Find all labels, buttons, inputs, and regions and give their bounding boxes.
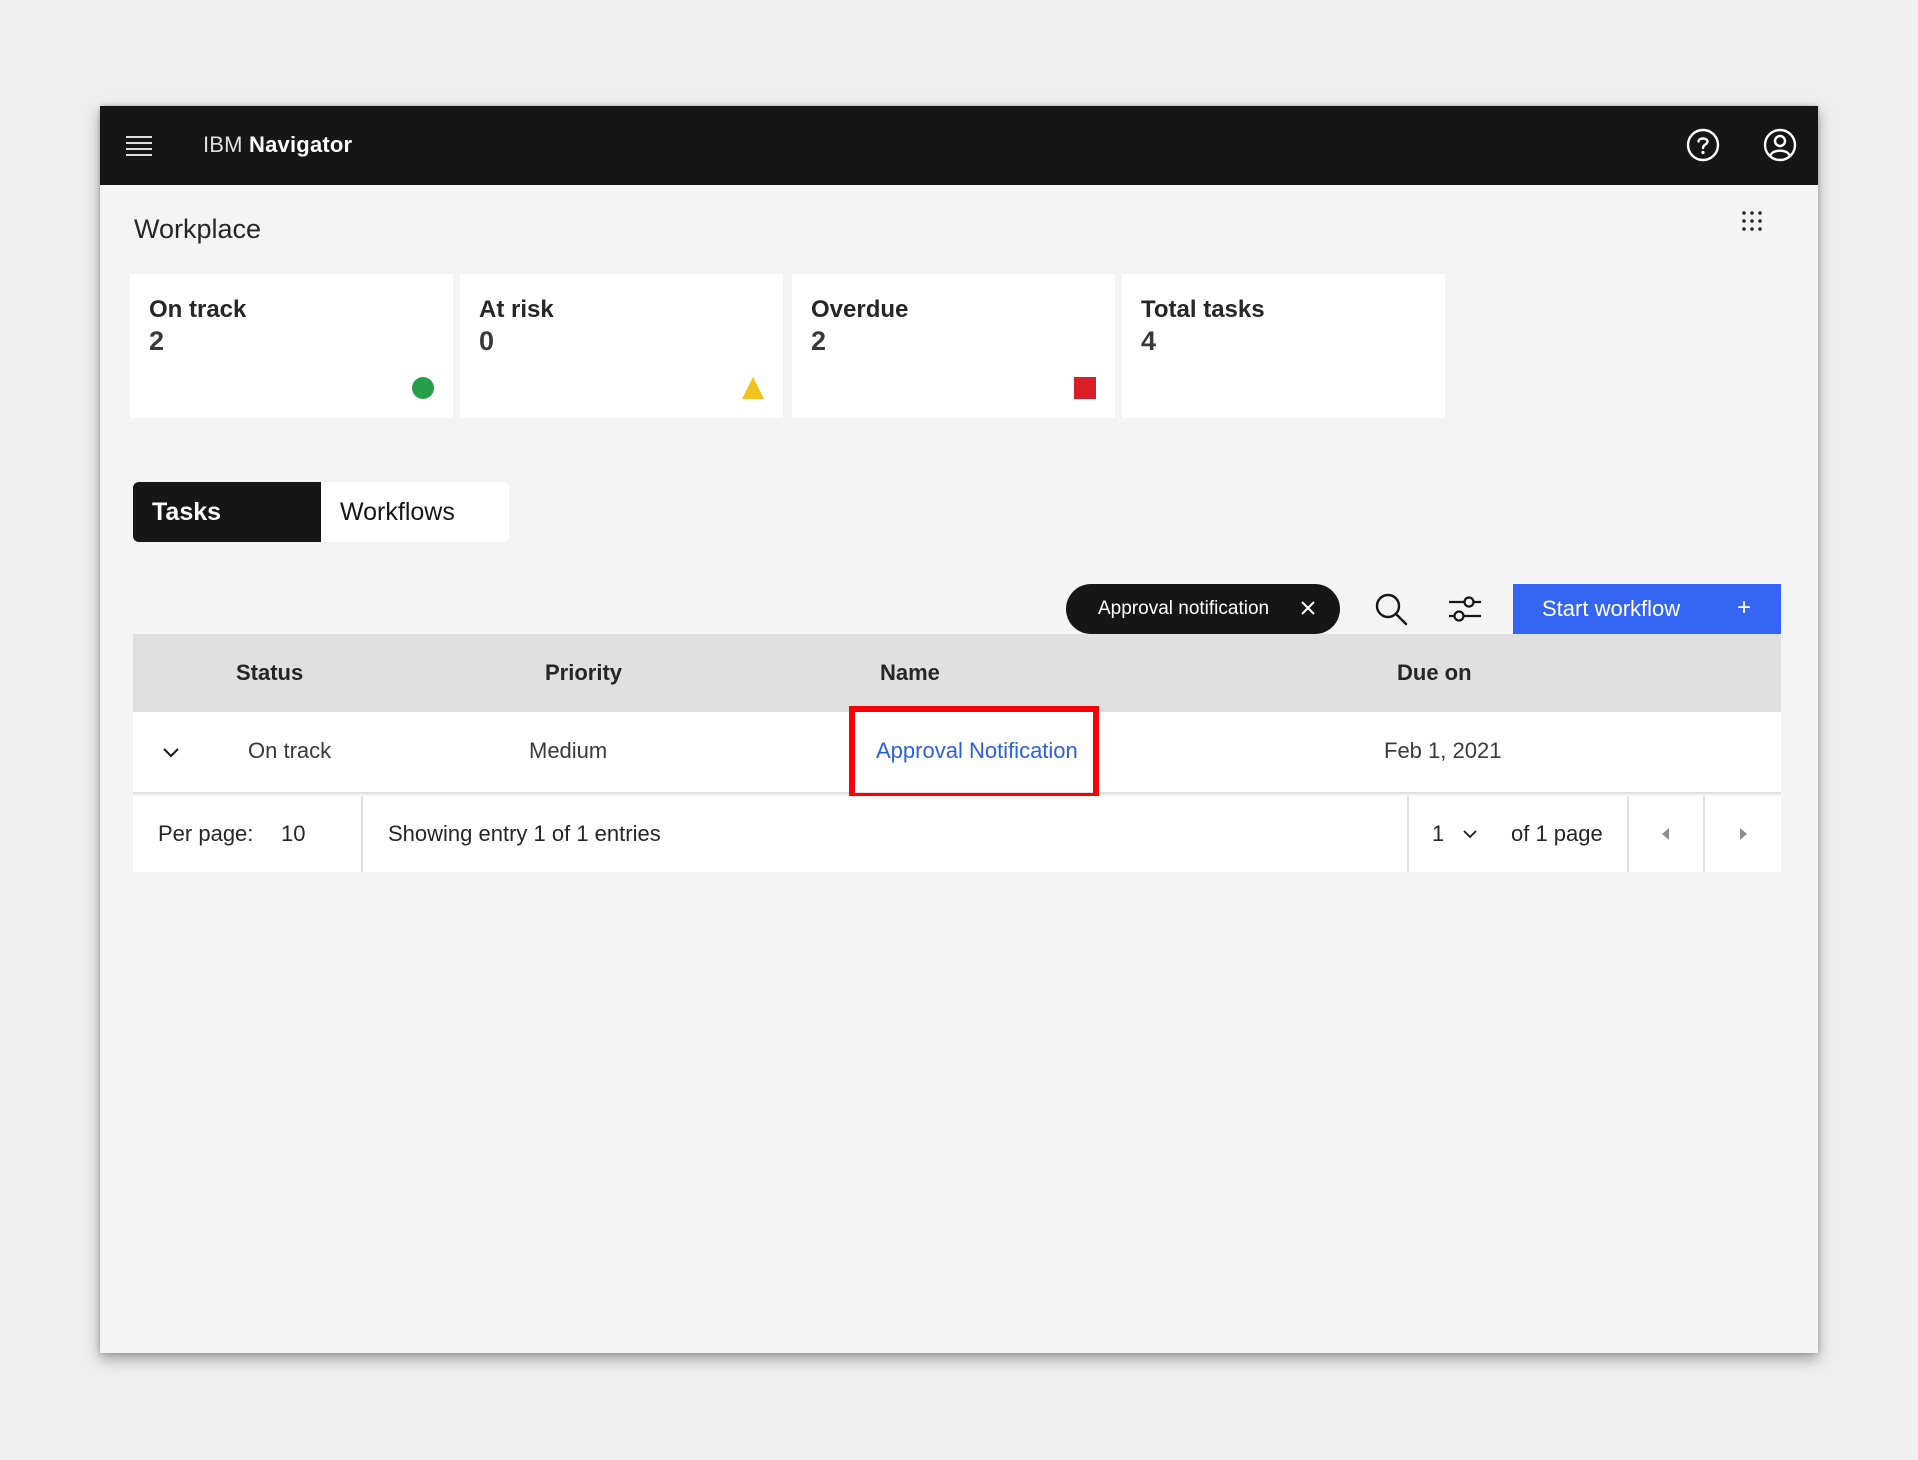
column-header-name[interactable]: Name (880, 660, 940, 686)
tile-value: 0 (479, 326, 495, 356)
per-page-label: Per page: (158, 821, 254, 846)
filter-tag-label: Approval notification (1098, 598, 1270, 619)
page-select-value: 1 (1432, 821, 1445, 846)
tile-value: 2 (811, 326, 827, 356)
cell-status: On track (248, 738, 332, 763)
previous-page-button[interactable] (1629, 796, 1703, 872)
tab-workflows[interactable]: Workflows (321, 482, 509, 542)
tile-overdue[interactable]: Overdue 2 (792, 274, 1115, 418)
tile-on-track[interactable]: On track 2 (130, 274, 453, 418)
tile-label: At risk (479, 296, 554, 323)
column-header-priority[interactable]: Priority (545, 660, 622, 686)
tile-label: Overdue (811, 296, 909, 323)
chevron-down-icon[interactable] (159, 740, 183, 764)
table-header: Status Priority Name Due on (133, 634, 1781, 712)
tile-total-tasks[interactable]: Total tasks 4 (1122, 274, 1445, 418)
total-pages-label: of 1 page (1511, 821, 1603, 846)
search-icon[interactable] (1372, 590, 1410, 628)
divider (361, 796, 363, 872)
error-square-icon (1074, 377, 1096, 399)
caret-left-icon (1662, 828, 1669, 840)
app-switcher-grid-icon[interactable] (1740, 209, 1764, 233)
hamburger-menu-icon[interactable] (124, 133, 154, 159)
next-page-button[interactable] (1705, 796, 1781, 872)
caret-right-icon (1740, 828, 1747, 840)
cell-priority: Medium (529, 738, 608, 763)
add-icon: + (1736, 594, 1751, 621)
filter-tag[interactable]: Approval notification (1066, 584, 1340, 634)
app-window: IBM Navigator Workplace On track 2 At ri… (100, 106, 1818, 1353)
brand-prefix: IBM (203, 132, 243, 157)
tile-value: 4 (1141, 326, 1157, 356)
column-header-due-on[interactable]: Due on (1397, 660, 1472, 686)
entries-summary: Showing entry 1 of 1 entries (388, 821, 661, 846)
start-workflow-label: Start workflow (1542, 596, 1681, 621)
close-icon[interactable] (1298, 598, 1318, 618)
page-title: Workplace (134, 214, 262, 244)
tab-tasks[interactable]: Tasks (133, 482, 321, 542)
green-status-circle-icon (412, 377, 434, 399)
page-select[interactable]: 1 (1432, 796, 1480, 872)
column-header-status[interactable]: Status (236, 660, 303, 686)
top-bar: IBM Navigator (100, 106, 1818, 185)
divider (1407, 796, 1409, 872)
filter-settings-icon[interactable] (1446, 590, 1484, 628)
app-brand[interactable]: IBM Navigator (203, 132, 352, 158)
cell-due-on: Feb 1, 2021 (1384, 738, 1502, 763)
cell-name-link[interactable]: Approval Notification (876, 738, 1078, 764)
tile-value: 2 (149, 326, 165, 356)
pagination-bar: Per page: 10 Showing entry 1 of 1 entrie… (133, 796, 1781, 872)
tile-label: Total tasks (1141, 296, 1265, 323)
brand-name: Navigator (249, 132, 353, 157)
user-avatar-icon[interactable] (1761, 126, 1799, 164)
table-row[interactable]: On track Medium Approval Notification Fe… (133, 712, 1781, 794)
help-icon[interactable] (1684, 126, 1722, 164)
chevron-down-icon (1463, 830, 1477, 839)
start-workflow-button[interactable]: Start workflow + (1513, 584, 1781, 634)
warning-triangle-icon (742, 377, 764, 399)
tile-at-risk[interactable]: At risk 0 (460, 274, 783, 418)
tile-label: On track (149, 296, 247, 323)
per-page-select[interactable]: 10 (281, 796, 305, 872)
content-switcher: Tasks Workflows (133, 482, 509, 542)
